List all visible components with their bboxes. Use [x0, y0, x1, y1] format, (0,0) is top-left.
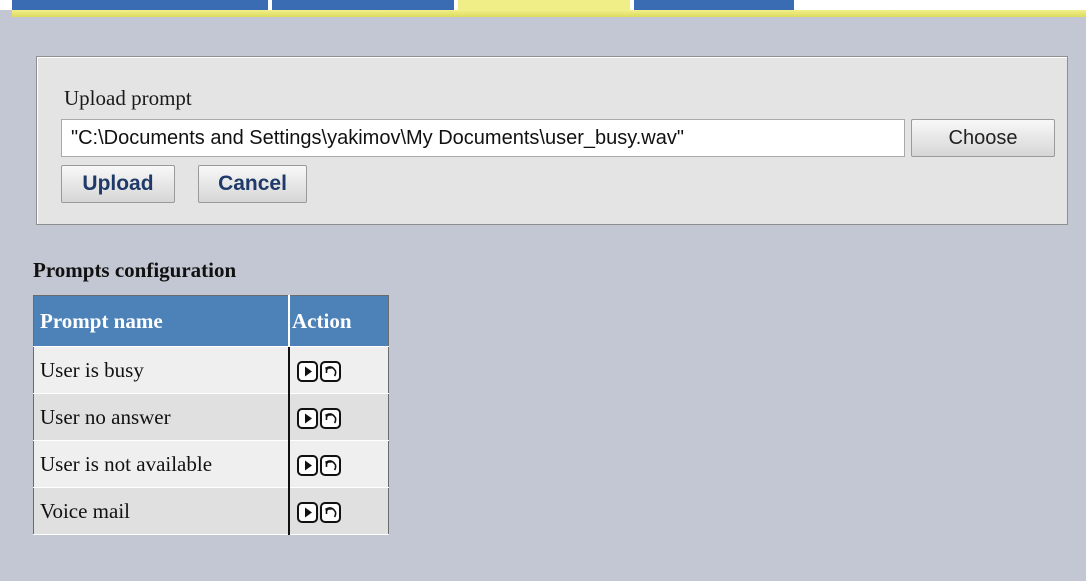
reset-icon[interactable] — [320, 455, 341, 477]
action-cell — [289, 346, 389, 394]
upload-panel: Upload prompt "C:\Documents and Settings… — [36, 56, 1068, 225]
nav-underline — [12, 10, 1086, 17]
nav-tab-1[interactable] — [12, 0, 268, 10]
upload-prompt-label: Upload prompt — [64, 86, 192, 110]
action-cell — [289, 393, 389, 441]
choose-button[interactable]: Choose — [911, 119, 1055, 157]
prompts-table: Prompt name Action User is busy User no … — [33, 295, 389, 535]
column-header-prompt-name: Prompt name — [33, 295, 290, 347]
table-row: User is busy — [33, 346, 389, 394]
play-icon[interactable] — [297, 502, 318, 524]
table-row: Voice mail — [33, 487, 389, 535]
action-cell — [289, 487, 389, 535]
action-cell — [289, 440, 389, 488]
table-row: User no answer — [33, 393, 389, 441]
reset-icon[interactable] — [320, 361, 341, 383]
prompt-name-cell: User is busy — [33, 346, 290, 394]
prompt-name-cell: Voice mail — [33, 487, 290, 535]
prompt-name-cell: User is not available — [33, 440, 290, 488]
nav-tab-2[interactable] — [272, 0, 454, 10]
cancel-button[interactable]: Cancel — [198, 165, 307, 203]
column-header-action: Action — [289, 295, 389, 347]
prompt-name-cell: User no answer — [33, 393, 290, 441]
play-icon[interactable] — [297, 455, 318, 477]
reset-icon[interactable] — [320, 502, 341, 524]
file-path-field[interactable]: "C:\Documents and Settings\yakimov\My Do… — [61, 119, 905, 157]
nav-tab-4[interactable] — [634, 0, 794, 10]
table-row: User is not available — [33, 440, 389, 488]
prompts-config-title: Prompts configuration — [33, 258, 237, 282]
upload-button[interactable]: Upload — [61, 165, 175, 203]
play-icon[interactable] — [297, 408, 318, 430]
table-header-row: Prompt name Action — [33, 295, 389, 347]
reset-icon[interactable] — [320, 408, 341, 430]
nav-tab-active[interactable] — [458, 0, 630, 10]
play-icon[interactable] — [297, 361, 318, 383]
